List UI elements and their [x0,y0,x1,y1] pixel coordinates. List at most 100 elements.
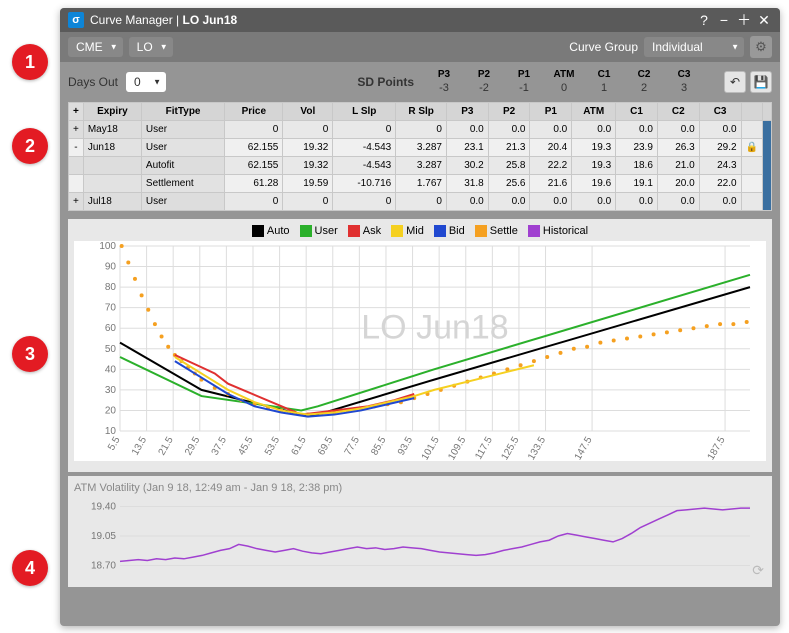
grid-cell[interactable]: -4.543 [333,139,396,157]
grid-cell[interactable]: 0.0 [446,193,488,211]
grid-cell[interactable]: 0 [283,193,333,211]
lock-icon[interactable] [741,157,762,175]
legend-swatch [348,225,360,237]
grid-cell[interactable]: 25.6 [488,175,530,193]
grid-cell[interactable]: 0 [333,193,396,211]
legend-item[interactable]: Mid [391,225,424,237]
grid-cell[interactable]: 1.767 [396,175,447,193]
grid-cell[interactable]: 23.9 [616,139,658,157]
expand-row-icon[interactable] [69,157,84,175]
lock-icon[interactable]: 🔒 [741,139,762,157]
grid-cell[interactable]: 0.0 [699,121,741,139]
help-icon[interactable]: ? [696,12,712,28]
grid-cell[interactable]: 30.2 [446,157,488,175]
grid-cell[interactable]: 0 [396,121,447,139]
grid-cell[interactable]: 21.3 [488,139,530,157]
grid-cell[interactable]: 0.0 [657,193,699,211]
svg-text:125.5: 125.5 [500,435,522,461]
grid-cell[interactable]: 0.0 [572,193,616,211]
window-title: Curve Manager | LO Jun18 [90,13,237,27]
grid-cell[interactable]: 20.4 [530,139,572,157]
grid-cell[interactable]: 62.155 [225,157,283,175]
lock-icon[interactable] [741,121,762,139]
legend-item[interactable]: User [300,225,338,237]
grid-cell[interactable]: 21.6 [530,175,572,193]
legend-label: Ask [363,225,381,237]
grid-cell[interactable]: 0.0 [572,121,616,139]
product-dropdown[interactable]: LO [129,37,173,57]
grid-cell[interactable]: 0.0 [616,193,658,211]
grid-cell[interactable]: 18.6 [616,157,658,175]
grid-cell[interactable]: 0.0 [488,193,530,211]
legend-swatch [300,225,312,237]
grid-cell[interactable]: 3.287 [396,157,447,175]
grid-cell[interactable]: 0.0 [488,121,530,139]
grid-cell[interactable]: 0.0 [446,121,488,139]
grid-cell[interactable]: 62.155 [225,139,283,157]
grid-cell[interactable]: 0 [225,193,283,211]
grid-cell[interactable]: 19.32 [283,157,333,175]
grid-cell[interactable]: 0.0 [530,121,572,139]
legend-item[interactable]: Settle [475,225,518,237]
grid-cell[interactable]: 22.0 [699,175,741,193]
grid-cell[interactable]: 0.0 [699,193,741,211]
svg-text:93.5: 93.5 [396,435,415,458]
expiry-cell: Jul18 [83,193,141,211]
lock-icon[interactable] [741,175,762,193]
sd-col-head: ATM [544,68,584,81]
grid-cell[interactable]: 24.3 [699,157,741,175]
grid-cell[interactable]: 19.3 [572,139,616,157]
minimize-icon[interactable]: − [716,12,732,28]
legend-item[interactable]: Auto [252,225,290,237]
grid-cell[interactable]: 0.0 [530,193,572,211]
grid-cell[interactable]: 0 [225,121,283,139]
grid-cell[interactable]: 0 [396,193,447,211]
expand-row-icon[interactable] [69,175,84,193]
chart-svg[interactable]: 1020304050607080901005.513.521.529.537.5… [74,241,766,461]
legend-item[interactable]: Ask [348,225,381,237]
grid-cell[interactable]: 19.6 [572,175,616,193]
grid-cell[interactable]: 31.8 [446,175,488,193]
expand-row-icon[interactable]: + [69,121,84,139]
grid-cell[interactable]: 19.3 [572,157,616,175]
grid-cell[interactable]: 61.28 [225,175,283,193]
grid-cell[interactable]: 26.3 [657,139,699,157]
toolbar: CME LO Curve Group Individual ⚙ [60,32,780,62]
legend-item[interactable]: Bid [434,225,465,237]
undo-icon[interactable]: ↶ [724,71,746,93]
days-out-input[interactable]: 0 [126,72,166,92]
expand-row-icon[interactable]: - [69,139,84,157]
lock-icon[interactable] [741,193,762,211]
grid-cell[interactable]: -10.716 [333,175,396,193]
expand-row-icon[interactable]: + [69,193,84,211]
expand-all-icon[interactable]: + [69,103,84,121]
grid-cell[interactable]: 29.2 [699,139,741,157]
maximize-icon[interactable]: ＋ [736,12,752,28]
close-icon[interactable]: ✕ [756,12,772,28]
grid-cell[interactable]: 23.1 [446,139,488,157]
grid-cell[interactable]: 21.0 [657,157,699,175]
grid-cell[interactable]: 20.0 [657,175,699,193]
grid-cell[interactable]: 0 [333,121,396,139]
grid-cell[interactable]: 19.1 [616,175,658,193]
curve-group-dropdown[interactable]: Individual [644,37,744,57]
grid-cell[interactable]: -4.543 [333,157,396,175]
grid-cell[interactable]: 19.59 [283,175,333,193]
scroll-indicator[interactable] [763,121,772,211]
grid-cell[interactable]: 0.0 [657,121,699,139]
grid-cell[interactable]: 19.32 [283,139,333,157]
gear-icon[interactable]: ⚙ [750,36,772,58]
sd-row: Days Out 0 SD Points P3-3P2-2P1-1ATM0C11… [60,62,780,102]
legend-item[interactable]: Historical [528,225,588,237]
exchange-dropdown[interactable]: CME [68,37,123,57]
grid-cell[interactable]: 25.8 [488,157,530,175]
save-icon[interactable]: 💾 [750,71,772,93]
expiry-cell: May18 [83,121,141,139]
vol-svg[interactable]: 19.4019.0518.70 [74,496,766,576]
grid-cell[interactable]: 0.0 [616,121,658,139]
grid-cell[interactable]: 22.2 [530,157,572,175]
grid-header: P2 [488,103,530,121]
refresh-icon[interactable]: ⟳ [752,562,764,579]
grid-cell[interactable]: 0 [283,121,333,139]
grid-cell[interactable]: 3.287 [396,139,447,157]
